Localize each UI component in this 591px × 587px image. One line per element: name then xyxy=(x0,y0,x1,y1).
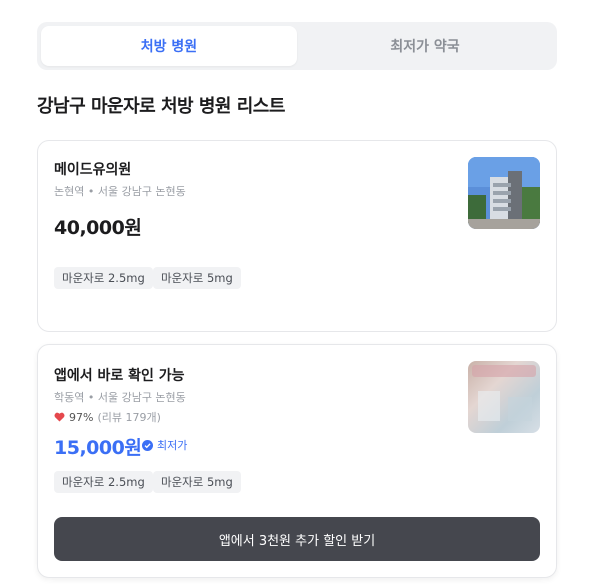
tab-lowest-price-pharmacy[interactable]: 최저가 약국 xyxy=(297,26,553,66)
hospital-address: 학동역 • 서울 강남구 논현동 xyxy=(54,391,186,404)
tab-prescription-hospitals[interactable]: 처방 병원 xyxy=(41,26,297,66)
badge-label: 최저가 xyxy=(157,439,188,452)
review-count: (리뷰 179개) xyxy=(97,411,161,424)
hospital-address: 논현역 • 서울 강남구 논현동 xyxy=(54,185,186,198)
hospital-price: 15,000원 xyxy=(54,437,142,459)
lowest-price-badge: 최저가 xyxy=(142,437,187,453)
hospital-name: 앱에서 바로 확인 가능 xyxy=(54,368,185,384)
badge-check-icon xyxy=(142,439,153,451)
app-discount-button[interactable]: 앱에서 3천원 추가 할인 받기 xyxy=(54,517,540,561)
page-title: 강남구 마운자로 처방 병원 리스트 xyxy=(37,96,285,117)
hospital-price: 40,000원 xyxy=(54,217,142,239)
heart-icon xyxy=(54,412,65,422)
dosage-chip: 마운자로 2.5mg xyxy=(54,267,153,289)
dosage-chip: 마운자로 2.5mg xyxy=(54,471,153,493)
hospital-card[interactable]: 앱에서 바로 확인 가능 학동역 • 서울 강남구 논현동 97% (리뷰 17… xyxy=(37,344,557,578)
rating-value: 97% xyxy=(69,410,94,424)
hospital-name: 메이드유의원 xyxy=(54,162,132,178)
dosage-chip: 마운자로 5mg xyxy=(153,471,241,493)
dosage-chip: 마운자로 5mg xyxy=(153,267,241,289)
hospital-card[interactable]: 메이드유의원 논현역 • 서울 강남구 논현동 40,000원 마운자로 2.5… xyxy=(37,140,557,332)
rating: 97% (리뷰 179개) xyxy=(54,409,161,425)
tab-bar: 처방 병원 최저가 약국 xyxy=(37,22,557,70)
hospital-building-photo xyxy=(468,157,540,229)
hospital-blurred-photo xyxy=(468,361,540,433)
